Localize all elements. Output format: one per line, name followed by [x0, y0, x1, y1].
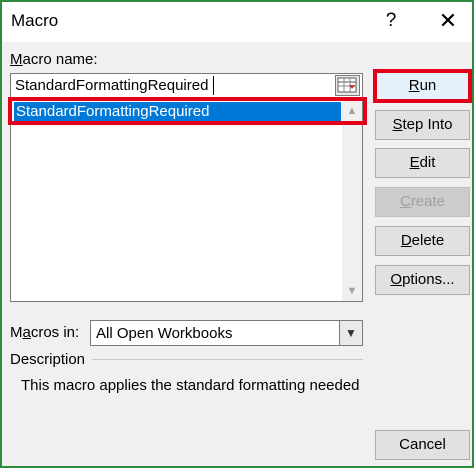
- list-scrollbar[interactable]: ▲ ▼: [342, 100, 362, 301]
- delete-button[interactable]: Delete: [375, 226, 470, 256]
- title-bar: Macro ? ✕: [2, 2, 472, 42]
- description-divider: [92, 359, 363, 360]
- cancel-button[interactable]: Cancel: [375, 430, 470, 460]
- chevron-down-icon[interactable]: ▼: [339, 321, 362, 345]
- text-caret: [213, 76, 214, 95]
- create-button: Create: [375, 187, 470, 217]
- macro-list[interactable]: StandardFormattingRequired ▲ ▼: [10, 99, 363, 302]
- step-into-button[interactable]: Step Into: [375, 110, 470, 140]
- macro-name-input[interactable]: StandardFormattingRequired: [10, 73, 363, 98]
- macro-name-value: StandardFormattingRequired: [15, 77, 209, 94]
- macro-dialog: Macro ? ✕ Macro name: StandardFormatting…: [0, 0, 474, 468]
- options-button[interactable]: Options...: [375, 265, 470, 295]
- description-text: This macro applies the standard formatti…: [21, 377, 360, 394]
- macro-name-label: Macro name:: [10, 51, 98, 68]
- macros-in-label: Macros in:: [10, 324, 80, 341]
- macros-in-value: All Open Workbooks: [96, 325, 233, 342]
- range-select-icon: [337, 77, 357, 93]
- close-button[interactable]: ✕: [428, 6, 468, 36]
- edit-button[interactable]: Edit: [375, 148, 470, 178]
- macros-in-select[interactable]: All Open Workbooks ▼: [90, 320, 363, 346]
- dialog-title: Macro: [11, 11, 59, 30]
- run-button-highlight-box: [373, 69, 472, 103]
- list-item-highlight-box: [8, 97, 367, 125]
- collapse-dialog-button[interactable]: [335, 75, 360, 96]
- scroll-down-icon[interactable]: ▼: [344, 283, 360, 299]
- description-label: Description: [10, 351, 86, 368]
- help-button[interactable]: ?: [371, 6, 411, 36]
